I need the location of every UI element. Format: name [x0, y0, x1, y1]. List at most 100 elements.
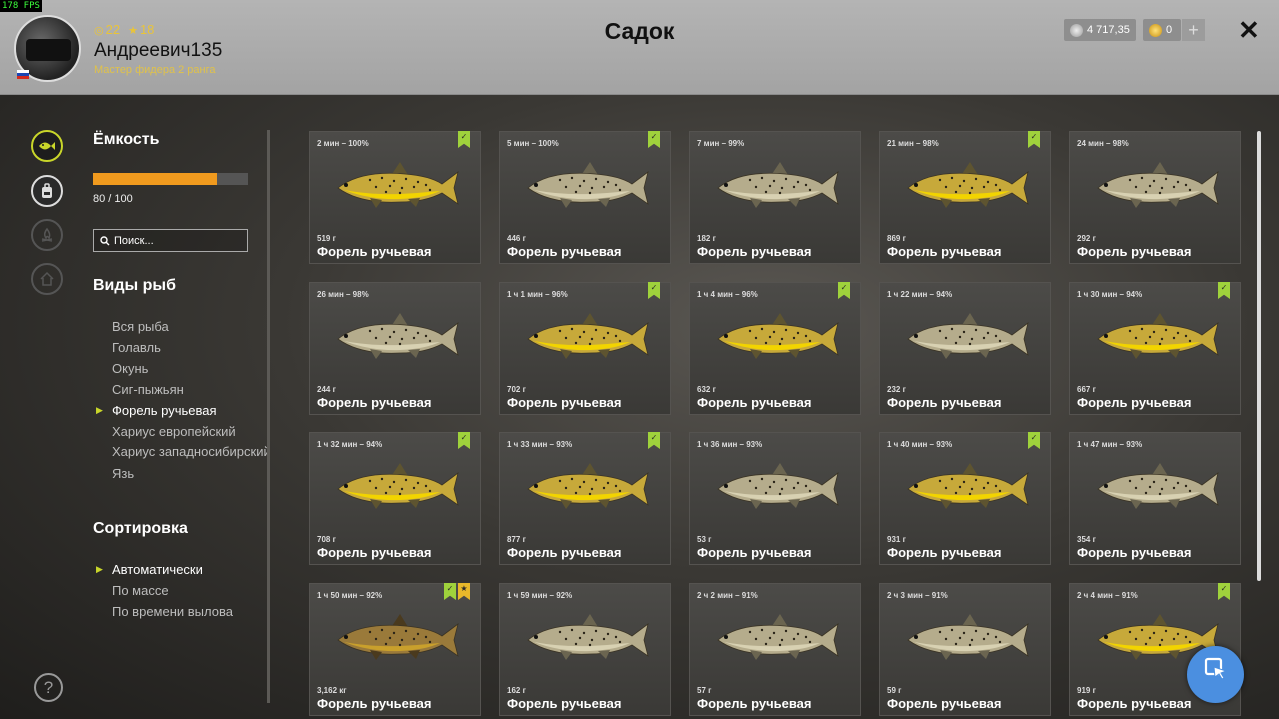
fish-card[interactable]: 2 мин – 100% ✓ 519 г Форель ручьевая: [309, 131, 481, 264]
sidebar-divider: [267, 130, 270, 703]
catch-time: 1 ч 33 мин – 93%: [507, 440, 573, 449]
backpack-icon[interactable]: [31, 175, 63, 207]
campfire-icon[interactable]: [31, 219, 63, 251]
fish-card[interactable]: 1 ч 47 мин – 93% 354 г Форель ручьевая: [1069, 432, 1241, 565]
trout-image: [717, 463, 839, 509]
catch-time: 1 ч 36 мин – 93%: [697, 440, 763, 449]
trout-image: [907, 463, 1029, 509]
rank-label: Мастер фидера 2 ранга: [94, 64, 216, 76]
home-icon[interactable]: [31, 263, 63, 295]
trout-image: [1097, 313, 1219, 359]
fish-name: Форель ручьевая: [507, 395, 622, 410]
fish-card[interactable]: 1 ч 30 мин – 94% ✓ 667 г Форель ручьевая: [1069, 282, 1241, 415]
fish-weight: 182 г: [697, 234, 716, 243]
fish-card[interactable]: 1 ч 33 мин – 93% ✓ 877 г Форель ручьевая: [499, 432, 671, 565]
search-placeholder: Поиск...: [114, 234, 154, 247]
fish-name: Форель ручьевая: [507, 244, 622, 259]
fish-card[interactable]: 2 ч 2 мин – 91% 57 г Форель ручьевая: [689, 583, 861, 716]
search-input[interactable]: Поиск...: [93, 229, 248, 252]
catch-time: 2 ч 2 мин – 91%: [697, 591, 758, 600]
capacity-title: Ёмкость: [93, 131, 160, 148]
check-badge-icon: ✓: [838, 282, 850, 299]
fish-weight: 162 г: [507, 686, 526, 695]
close-button[interactable]: ✕: [1238, 16, 1260, 44]
fish-card[interactable]: 1 ч 4 мин – 96% ✓ 632 г Форель ручьевая: [689, 282, 861, 415]
trout-image: [337, 313, 459, 359]
trout-image: [527, 463, 649, 509]
gold-balance: 0: [1143, 19, 1181, 41]
trout-image: [717, 313, 839, 359]
check-badge-icon: ✓: [1028, 131, 1040, 148]
help-icon[interactable]: ?: [34, 673, 63, 702]
check-badge-icon: ✓: [458, 432, 470, 449]
fish-card[interactable]: 24 мин – 98% 292 г Форель ручьевая: [1069, 131, 1241, 264]
fish-card[interactable]: 1 ч 40 мин – 93% ✓ 931 г Форель ручьевая: [879, 432, 1051, 565]
trout-image: [527, 614, 649, 660]
fish-name: Форель ручьевая: [1077, 244, 1192, 259]
species-item[interactable]: Хариус европейский: [112, 421, 271, 442]
catch-time: 7 мин – 99%: [697, 139, 745, 148]
search-icon: [100, 235, 110, 245]
species-item[interactable]: Язь: [112, 463, 271, 484]
fish-card[interactable]: 1 ч 32 мин – 94% ✓ 708 г Форель ручьевая: [309, 432, 481, 565]
trout-image: [527, 162, 649, 208]
fish-name: Форель ручьевая: [887, 545, 1002, 560]
trout-image: [717, 162, 839, 208]
species-item[interactable]: Хариус западносибирский: [112, 442, 271, 463]
fish-weight: 59 г: [887, 686, 902, 695]
fish-card[interactable]: 21 мин – 98% ✓ 869 г Форель ручьевая: [879, 131, 1051, 264]
check-badge-icon: ✓: [444, 583, 456, 600]
sort-item[interactable]: Автоматически: [96, 559, 233, 580]
fish-weight: 3,162 кг: [317, 686, 347, 695]
star-badge-icon: ★: [458, 583, 470, 600]
catch-time: 2 ч 4 мин – 91%: [1077, 591, 1138, 600]
catch-time: 2 ч 3 мин – 91%: [887, 591, 948, 600]
species-item[interactable]: Сиг-пыжьян: [112, 379, 271, 400]
fish-icon[interactable]: [31, 130, 63, 162]
trout-image: [1097, 463, 1219, 509]
catch-time: 1 ч 32 мин – 94%: [317, 440, 383, 449]
fish-card[interactable]: 1 ч 36 мин – 93% 53 г Форель ручьевая: [689, 432, 861, 565]
cursor-icon[interactable]: [1187, 646, 1244, 703]
species-title: Виды рыб: [93, 277, 176, 294]
catch-time: 1 ч 47 мин – 93%: [1077, 440, 1143, 449]
species-item[interactable]: Вся рыба: [112, 316, 271, 337]
check-badge-icon: ✓: [648, 432, 660, 449]
fish-weight: 667 г: [1077, 385, 1096, 394]
fish-card[interactable]: 1 ч 22 мин – 94% 232 г Форель ручьевая: [879, 282, 1051, 415]
sort-item[interactable]: По времени вылова: [112, 601, 233, 622]
fish-weight: 53 г: [697, 535, 712, 544]
catch-time: 1 ч 30 мин – 94%: [1077, 290, 1143, 299]
fish-name: Форель ручьевая: [697, 395, 812, 410]
catch-time: 1 ч 50 мин – 92%: [317, 591, 383, 600]
fish-weight: 702 г: [507, 385, 526, 394]
fish-weight: 919 г: [1077, 686, 1096, 695]
species-item[interactable]: Голавль: [112, 337, 271, 358]
fish-card[interactable]: 1 ч 1 мин – 96% ✓ 702 г Форель ручьевая: [499, 282, 671, 415]
fish-name: Форель ручьевая: [697, 244, 812, 259]
fish-card[interactable]: 7 мин – 99% 182 г Форель ручьевая: [689, 131, 861, 264]
fish-weight: 57 г: [697, 686, 712, 695]
fish-card[interactable]: 1 ч 50 мин – 92% ✓ ★ 3,162 кг Форель ручь…: [309, 583, 481, 716]
fish-weight: 708 г: [317, 535, 336, 544]
add-gold-button[interactable]: +: [1182, 19, 1205, 41]
check-badge-icon: ✓: [648, 282, 660, 299]
catch-time: 26 мин – 98%: [317, 290, 369, 299]
fish-card[interactable]: 1 ч 59 мин – 92% 162 г Форель ручьевая: [499, 583, 671, 716]
fish-card[interactable]: 5 мин – 100% ✓ 446 г Форель ручьевая: [499, 131, 671, 264]
fish-name: Форель ручьевая: [317, 395, 432, 410]
trout-image: [337, 614, 459, 660]
trout-image: [907, 313, 1029, 359]
check-badge-icon: ✓: [1218, 282, 1230, 299]
trout-image: [337, 463, 459, 509]
fish-card[interactable]: 2 ч 3 мин – 91% 59 г Форель ручьевая: [879, 583, 1051, 716]
species-item[interactable]: Форель ручьевая: [96, 400, 271, 421]
species-item[interactable]: Окунь: [112, 358, 271, 379]
fish-card[interactable]: 26 мин – 98% 244 г Форель ручьевая: [309, 282, 481, 415]
scrollbar[interactable]: [1257, 131, 1261, 581]
fish-weight: 244 г: [317, 385, 336, 394]
species-list: Вся рыбаГолавльОкуньСиг-пыжьянФорель руч…: [96, 316, 271, 484]
sort-item[interactable]: По массе: [112, 580, 233, 601]
fish-weight: 354 г: [1077, 535, 1096, 544]
gold-value: 0: [1166, 24, 1173, 36]
